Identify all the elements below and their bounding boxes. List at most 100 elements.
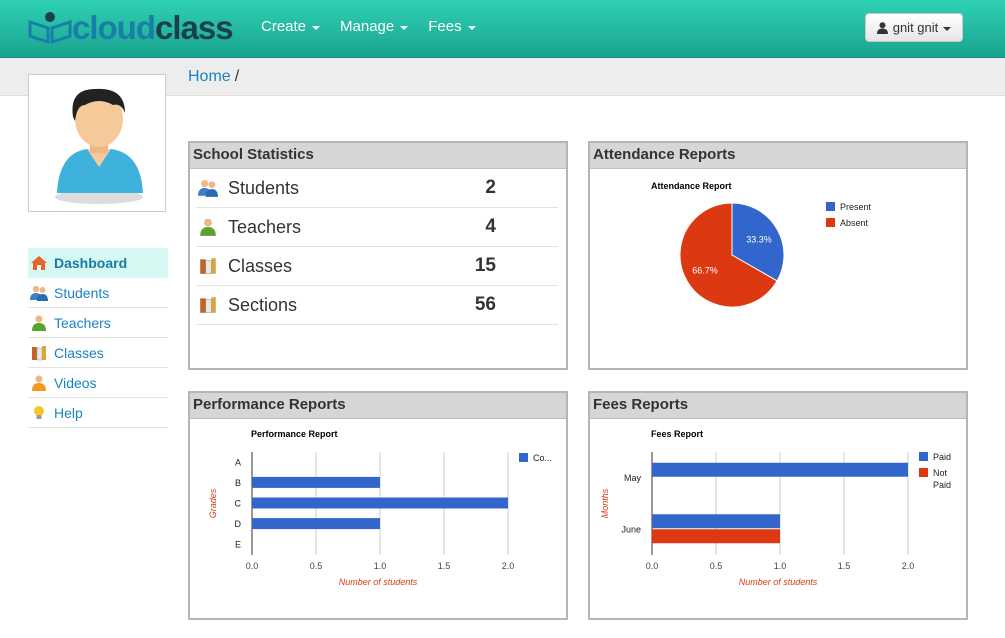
school-statistics-panel: School Statistics Students 2 Teachers 4 … (188, 141, 568, 370)
x-tick-label: 0.5 (310, 561, 323, 571)
x-tick-label: 2.0 (502, 561, 515, 571)
lightbulb-icon (34, 405, 44, 419)
main-nav: Create Manage Fees (261, 18, 476, 35)
y-axis-label: Months (600, 488, 610, 518)
attendance-pie-chart: Attendance Report 33.3% 66.7% Present Absent (651, 181, 872, 308)
user-name: gnit gnit (892, 20, 939, 35)
legend-label: Present (840, 202, 872, 212)
sidebar-item-students[interactable]: Students (28, 278, 168, 308)
stat-row-students: Students 2 (196, 169, 558, 208)
bar (652, 514, 780, 529)
bar (252, 476, 380, 488)
books-icon (200, 297, 216, 314)
breadcrumb-separator: / (234, 68, 240, 85)
stat-row-sections: Sections 56 (196, 286, 558, 325)
legend-label: Absent (840, 218, 869, 228)
sidebar-item-videos[interactable]: Videos (28, 368, 168, 398)
stat-label: Sections (228, 294, 298, 315)
books-icon (32, 345, 46, 360)
breadcrumb-home-link[interactable]: Home (188, 68, 231, 85)
stat-label: Students (228, 177, 300, 198)
y-tick-label: A (235, 457, 241, 467)
legend-swatch (919, 468, 928, 477)
stat-row-teachers: Teachers 4 (196, 208, 558, 247)
pie-slice-label: 66.7% (692, 266, 718, 276)
stat-label: Classes (228, 255, 293, 276)
x-tick-label: 2.0 (902, 561, 915, 571)
x-tick-label: 1.5 (838, 561, 851, 571)
sidebar-item-label: Classes (54, 344, 104, 361)
teacher-icon (32, 315, 46, 331)
legend-label-cont: Paid (933, 480, 951, 490)
chevron-down-icon (312, 25, 321, 30)
x-axis-label: Number of students (739, 577, 818, 587)
chart-title: Fees Report (651, 429, 703, 439)
sidebar-item-label: Help (54, 404, 83, 421)
sidebar-item-label: Teachers (54, 314, 111, 331)
breadcrumb: Home / (188, 68, 239, 86)
y-axis-label: Grades (208, 488, 218, 518)
books-icon (200, 258, 216, 275)
x-tick-label: 0.0 (646, 561, 659, 571)
logo-wordmark: cloudclass (72, 8, 234, 48)
logo-class-text: class (155, 9, 234, 46)
nav-fees-label: Fees (428, 18, 462, 35)
app-logo[interactable]: cloudclass (28, 8, 234, 48)
teacher-icon (200, 218, 216, 236)
attendance-reports-panel: Attendance Reports Attendance Report 33.3… (588, 141, 968, 370)
stat-value: 4 (485, 216, 496, 237)
legend-swatch (919, 452, 928, 461)
y-tick-label: E (235, 540, 241, 550)
x-tick-label: 1.0 (774, 561, 787, 571)
sidebar-item-dashboard[interactable]: Dashboard (28, 248, 168, 278)
nav-manage-label: Manage (340, 18, 395, 35)
stat-label: Teachers (228, 216, 302, 237)
avatar-person-icon (55, 88, 143, 204)
sidebar-item-classes[interactable]: Classes (28, 338, 168, 368)
profile-avatar[interactable] (28, 74, 166, 212)
x-tick-label: 0.5 (710, 561, 723, 571)
chevron-down-icon (943, 26, 952, 31)
pie-slice-label: 33.3% (746, 234, 772, 244)
sidebar-item-label: Dashboard (54, 255, 128, 271)
users-icon (30, 285, 48, 301)
y-tick-label: C (235, 499, 242, 509)
bar (652, 462, 908, 477)
home-icon (31, 256, 47, 270)
legend-swatch (826, 202, 835, 211)
sidebar-item-teachers[interactable]: Teachers (28, 308, 168, 338)
bar (252, 497, 508, 509)
sidebar-item-help[interactable]: Help (28, 398, 168, 428)
nav-manage-menu[interactable]: Manage (340, 18, 409, 35)
nav-fees-menu[interactable]: Fees (428, 18, 476, 35)
fees-reports-panel: Fees Reports Fees Report 0.0 0.5 1.0 1.5 2.0 M… (588, 391, 968, 620)
panel-title: Performance Reports (190, 393, 566, 419)
stat-value: 2 (485, 177, 496, 198)
panel-title: School Statistics (190, 143, 566, 169)
chevron-down-icon (400, 25, 409, 30)
y-tick-label: D (235, 519, 242, 529)
chevron-down-icon (467, 25, 476, 30)
x-axis-label: Number of students (339, 577, 418, 587)
bar (652, 529, 780, 544)
stat-row-classes: Classes 15 (196, 247, 558, 286)
legend-label: Paid (933, 452, 951, 462)
x-tick-label: 1.5 (438, 561, 451, 571)
legend-swatch (519, 453, 528, 462)
bar (252, 518, 380, 530)
y-tick-label: June (621, 524, 641, 534)
chart-title: Attendance Report (651, 181, 732, 191)
chart-title: Performance Report (251, 429, 338, 439)
x-tick-label: 0.0 (246, 561, 259, 571)
user-menu-button[interactable]: gnit gnit (865, 13, 963, 42)
sidebar-nav: Dashboard Students Teachers Classes Vide… (28, 248, 168, 428)
stat-value: 56 (474, 294, 496, 315)
video-user-icon (32, 375, 46, 391)
x-tick-label: 1.0 (374, 561, 387, 571)
legend-swatch (826, 218, 835, 227)
sidebar-item-label: Videos (54, 374, 97, 391)
y-tick-label: May (624, 473, 642, 483)
legend-label: Not (933, 468, 948, 478)
performance-reports-panel: Performance Reports Performance Report 0.… (188, 391, 568, 620)
nav-create-menu[interactable]: Create (261, 18, 321, 35)
